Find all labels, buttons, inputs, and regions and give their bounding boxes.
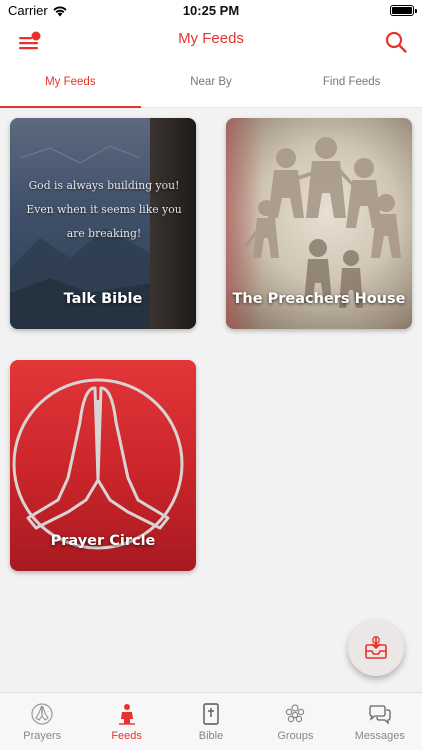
- tab-label: Groups: [277, 730, 314, 742]
- feed-name: Talk Bible: [63, 291, 143, 307]
- tab-label: Prayers: [23, 730, 62, 742]
- page-title: My Feeds: [178, 30, 244, 47]
- tab-messages[interactable]: Messages: [338, 693, 422, 750]
- inbox-download-icon: [365, 636, 387, 659]
- group-icon: [286, 704, 305, 723]
- tab-groups[interactable]: Groups: [253, 693, 337, 750]
- feed-card-preachers-house[interactable]: The Preachers House: [226, 118, 412, 329]
- tab-label: Feeds: [111, 730, 142, 742]
- bottom-tab-bar: Prayers Feeds Bible Groups Messages: [0, 692, 422, 750]
- feed-card-prayer-circle[interactable]: Prayer Circle: [10, 360, 196, 571]
- praying-hands-icon: [31, 703, 53, 725]
- feed-name: Prayer Circle: [50, 533, 156, 549]
- add-feed-fab[interactable]: [348, 620, 404, 676]
- navigation-bar: My Feeds: [0, 22, 422, 62]
- feed-tabs: My Feeds Near By Find Feeds: [0, 62, 422, 108]
- tab-prayers[interactable]: Prayers: [0, 693, 84, 750]
- feed-card-talk-bible[interactable]: God is always building you! Even when it…: [10, 118, 196, 329]
- tab-bible[interactable]: Bible: [169, 693, 253, 750]
- tab-label: Bible: [198, 730, 224, 742]
- talk-bible-quote: God is always building you! Even when it…: [26, 179, 182, 240]
- battery-icon: [390, 5, 417, 16]
- search-icon[interactable]: [384, 30, 408, 54]
- status-bar: Carrier 10:25 PM: [0, 0, 422, 22]
- tab-find-feeds[interactable]: Find Feeds: [281, 62, 422, 107]
- tab-near-by[interactable]: Near By: [141, 62, 282, 107]
- messages-icon: [369, 705, 391, 725]
- tab-my-feeds[interactable]: My Feeds: [0, 62, 141, 108]
- person-feed-icon: [118, 704, 135, 725]
- tab-label: Messages: [354, 730, 405, 742]
- bible-icon: [203, 703, 219, 725]
- tab-feeds[interactable]: Feeds: [84, 693, 168, 750]
- status-time: 10:25 PM: [182, 3, 240, 18]
- feed-name: The Preachers House: [232, 291, 406, 307]
